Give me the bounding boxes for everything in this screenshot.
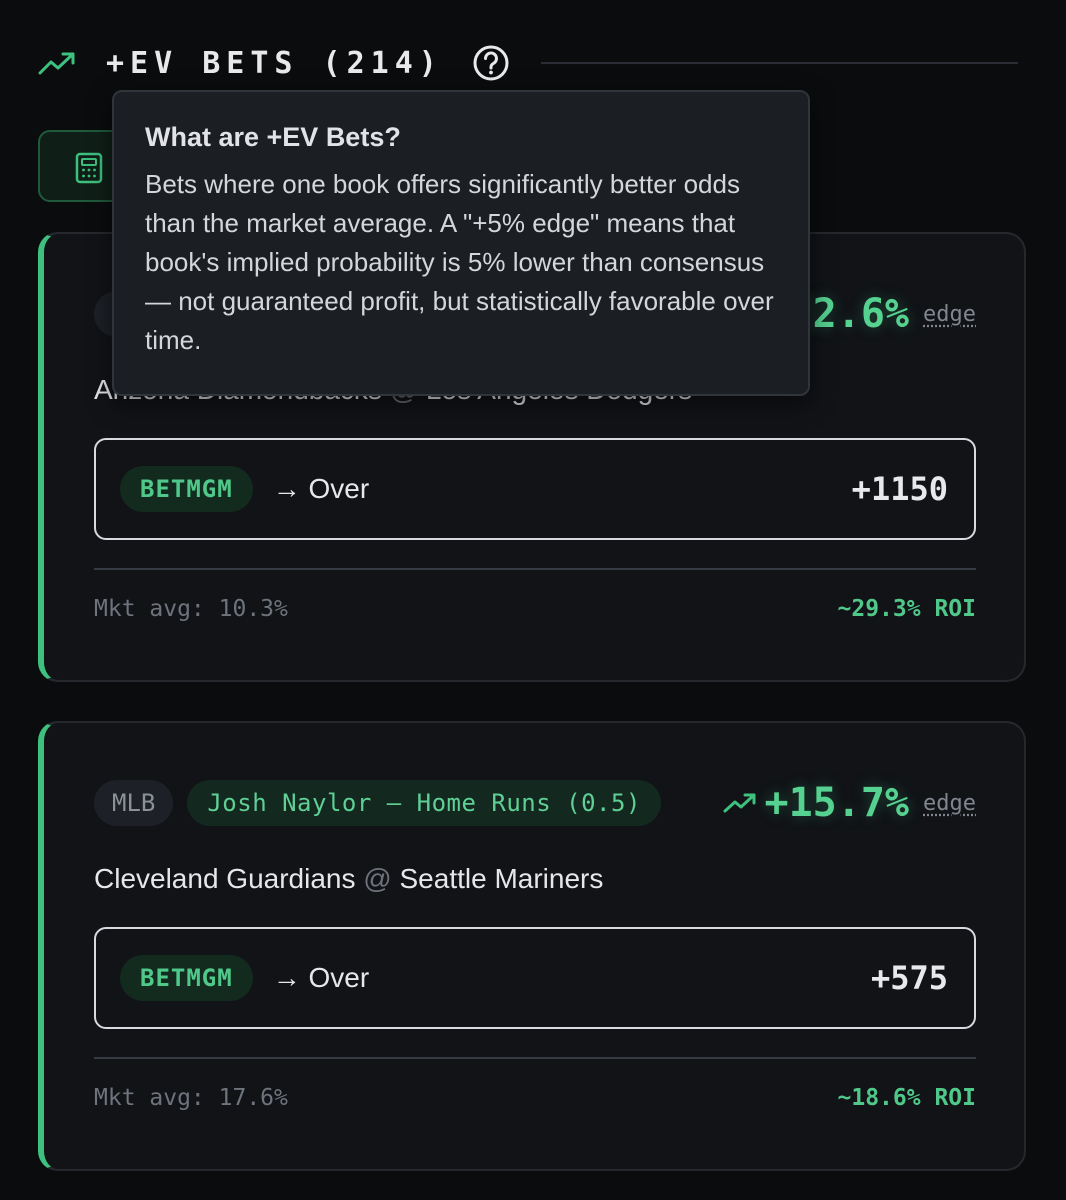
- trending-up-icon: [38, 49, 76, 77]
- question-circle-icon[interactable]: [471, 43, 511, 83]
- section-title: +EV BETS (214): [106, 45, 443, 81]
- league-badge: MLB: [94, 780, 174, 826]
- roi-value: ~29.3% ROI: [837, 596, 976, 622]
- calculator-icon: [74, 152, 104, 184]
- card-divider: [94, 568, 976, 570]
- market-average: Mkt avg: 17.6%: [94, 1085, 288, 1111]
- card-header: MLB Josh Naylor — Home Runs (0.5) +15.7%…: [94, 779, 976, 827]
- market-badge: Josh Naylor — Home Runs (0.5): [187, 780, 661, 826]
- roi-value: ~18.6% ROI: [837, 1085, 976, 1111]
- away-team: Cleveland Guardians: [94, 863, 356, 894]
- trending-up-icon: [723, 791, 757, 815]
- pick-label: → Over: [272, 962, 370, 993]
- market-average: Mkt avg: 10.3%: [94, 596, 288, 622]
- odds-box[interactable]: BETMGM → Over +1150: [94, 438, 976, 540]
- header-divider: [540, 62, 1018, 64]
- help-tooltip: What are +EV Bets? Bets where one book o…: [112, 90, 810, 396]
- at-symbol: @: [363, 863, 392, 894]
- bet-card[interactable]: MLB Josh Naylor — Home Runs (0.5) +15.7%…: [38, 721, 1026, 1171]
- sportsbook-badge: BETMGM: [120, 466, 253, 512]
- section-header: +EV BETS (214): [38, 38, 1018, 88]
- edge-label[interactable]: edge: [923, 302, 976, 327]
- card-footer: Mkt avg: 17.6% ~18.6% ROI: [94, 1085, 976, 1111]
- matchup: Cleveland Guardians @ Seattle Mariners: [94, 863, 603, 895]
- odds-box[interactable]: BETMGM → Over +575: [94, 927, 976, 1029]
- odds-value: +1150: [851, 470, 948, 508]
- tooltip-body: Bets where one book offers significantly…: [145, 169, 774, 355]
- sportsbook-badge: BETMGM: [120, 955, 253, 1001]
- edge-block: +15.7% edge: [723, 780, 976, 826]
- odds-value: +575: [870, 959, 948, 997]
- card-divider: [94, 1057, 976, 1059]
- edge-label[interactable]: edge: [923, 791, 976, 816]
- edge-value: +15.7%: [764, 780, 910, 826]
- pick-label: → Over: [272, 473, 370, 504]
- home-team: Seattle Mariners: [399, 863, 604, 894]
- card-footer: Mkt avg: 10.3% ~29.3% ROI: [94, 596, 976, 622]
- tooltip-title: What are +EV Bets?: [145, 122, 401, 152]
